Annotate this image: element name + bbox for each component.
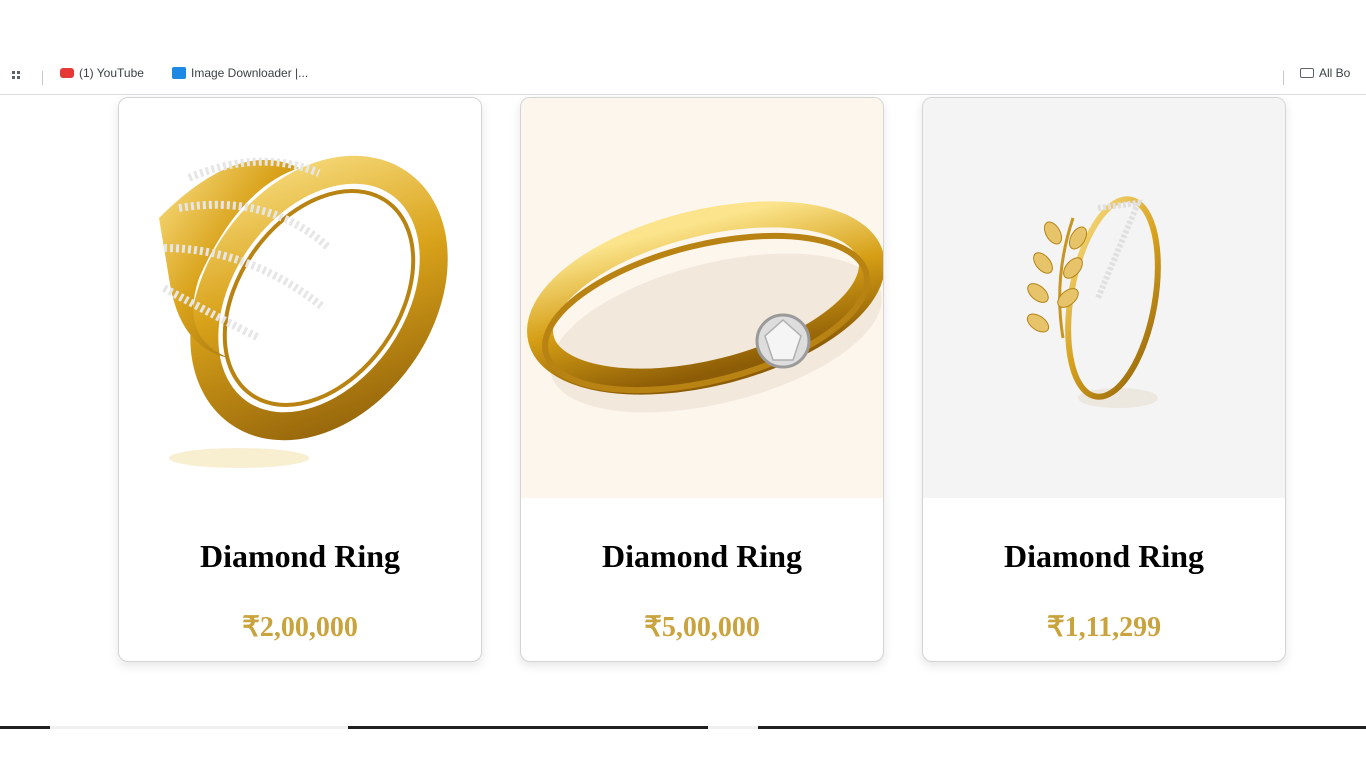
product-price: ₹2,00,000 [242, 612, 358, 643]
bookmark-image-downloader[interactable]: Image Downloader |... [172, 66, 308, 80]
bookmark-label: Image Downloader |... [191, 66, 309, 80]
product-image [521, 98, 883, 498]
product-price: ₹5,00,000 [644, 612, 760, 643]
product-title: Diamond Ring [601, 538, 803, 574]
all-bookmarks-label: All Bo [1319, 66, 1351, 80]
bookmark-separator [42, 71, 43, 85]
bookmark-separator [1283, 71, 1284, 85]
product-title: Diamond Ring [199, 538, 401, 574]
gold-diamond-ring-image [159, 155, 448, 468]
scrollbar-gap [708, 726, 758, 729]
product-title: Diamond Ring [1003, 538, 1205, 574]
bookmarks-bar: (1) YouTube Image Downloader |... All Bo [0, 62, 1366, 95]
bookmark-label: (1) YouTube [79, 66, 144, 80]
product-image [923, 98, 1285, 498]
bookmark-youtube[interactable]: (1) YouTube [60, 66, 144, 80]
scrollbar-gap [50, 726, 348, 729]
apps-grid-icon [12, 71, 20, 79]
all-bookmarks-button[interactable]: All Bo [1300, 66, 1350, 80]
apps-button[interactable] [12, 71, 20, 79]
product-card[interactable]: Diamond Ring ₹1,11,299 [922, 97, 1286, 662]
product-card[interactable]: Diamond Ring ₹2,00,000 [118, 97, 482, 662]
image-icon [172, 67, 186, 79]
gold-solitaire-ring-image [527, 201, 883, 413]
gold-leaf-ring-image [1026, 196, 1161, 408]
youtube-icon [60, 68, 74, 78]
product-image [119, 98, 481, 498]
product-price: ₹1,11,299 [1046, 612, 1162, 643]
product-card[interactable]: Diamond Ring ₹5,00,000 [520, 97, 884, 662]
folder-icon [1300, 68, 1314, 78]
browser-top-area [0, 0, 1366, 62]
